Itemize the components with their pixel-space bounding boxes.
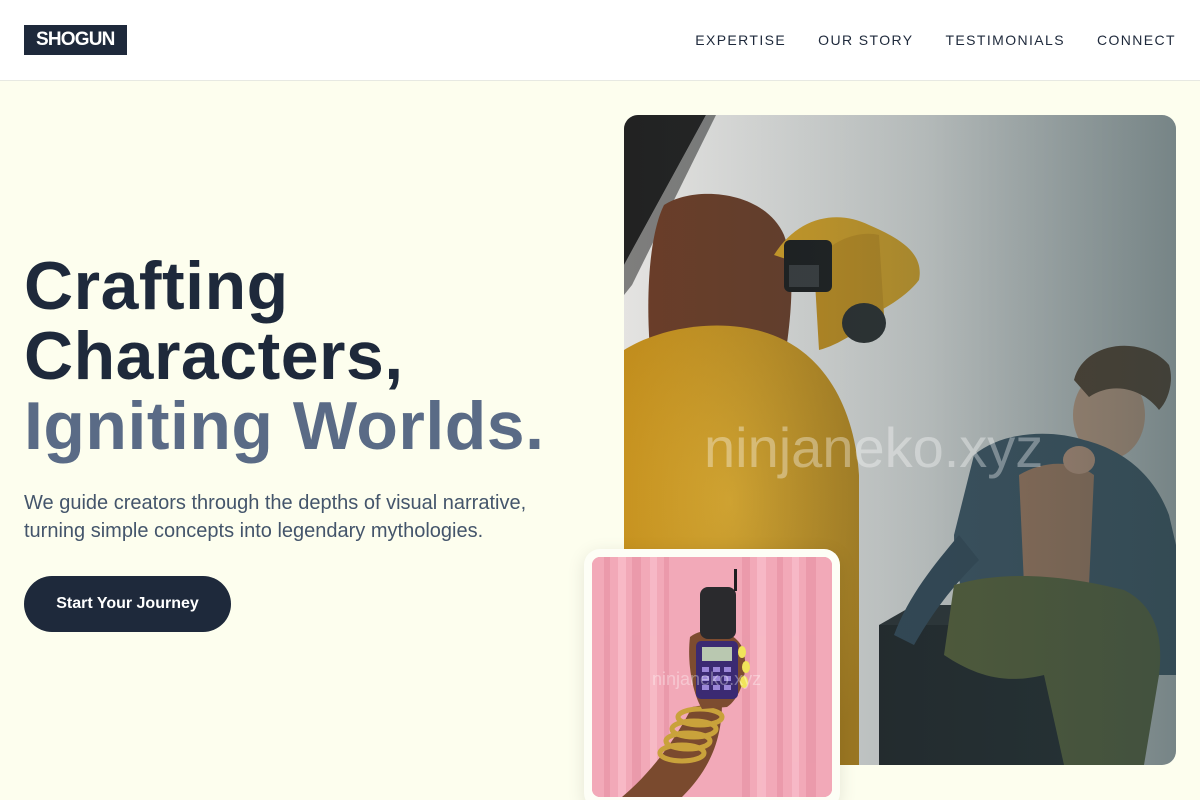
start-journey-button[interactable]: Start Your Journey — [24, 576, 231, 632]
nav-link-connect[interactable]: CONNECT — [1097, 31, 1176, 49]
nav-link-our-story[interactable]: OUR STORY — [818, 31, 913, 49]
hero-section: Crafting Characters, Igniting Worlds. We… — [0, 81, 1200, 800]
hero-subtitle: We guide creators through the depths of … — [24, 492, 527, 542]
hero-inset-photo: ninjaneko.xyz — [592, 557, 832, 797]
nav-link-expertise[interactable]: EXPERTISE — [695, 31, 786, 49]
headline-line-3: Igniting Worlds. — [24, 388, 545, 464]
hero-headline: Crafting Characters, Igniting Worlds. — [24, 251, 544, 461]
hero-inset-photo-card: ninjaneko.xyz — [584, 549, 840, 800]
flip-phone-image: ninjaneko.xyz — [592, 557, 832, 797]
headline-line-1: Crafting — [24, 248, 289, 324]
nav-link-testimonials[interactable]: TESTIMONIALS — [945, 31, 1064, 49]
top-navigation-bar: SHOGUN EXPERTISE OUR STORY TESTIMONIALS … — [0, 0, 1200, 81]
main-nav: EXPERTISE OUR STORY TESTIMONIALS CONNECT — [695, 31, 1176, 49]
inset-photo-watermark: ninjaneko.xyz — [652, 669, 761, 689]
main-photo-watermark: ninjaneko.xyz — [704, 416, 1043, 479]
brand-logo[interactable]: SHOGUN — [24, 25, 127, 55]
headline-line-2: Characters, — [24, 318, 404, 394]
